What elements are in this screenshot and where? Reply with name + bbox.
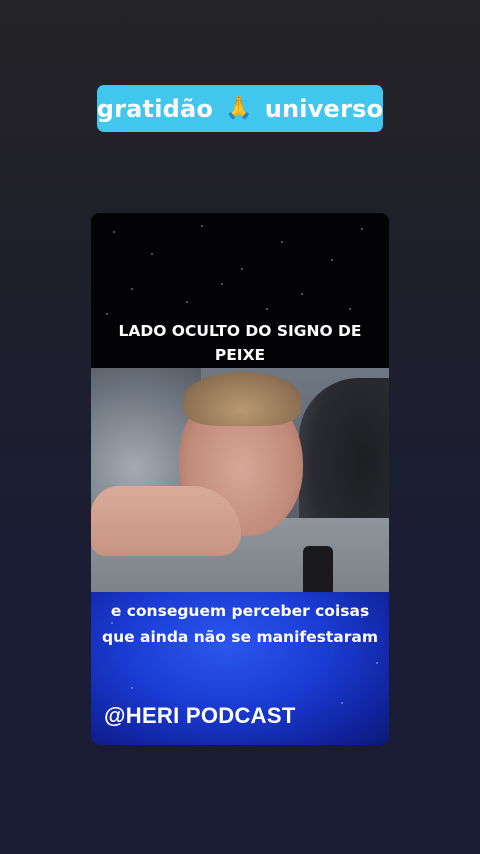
caption-panel: e conseguem perceber coisas que ainda nã…: [91, 592, 389, 745]
praying-hands-icon: 🙏: [225, 96, 253, 121]
sticker-text-gratidao: gratidão: [96, 94, 214, 123]
channel-watermark: @HERI PODCAST: [104, 703, 296, 728]
sticker-text-universo: universo: [264, 94, 384, 123]
text-sticker[interactable]: gratidão 🙏 universo: [97, 85, 383, 132]
microphone: [303, 546, 333, 592]
starfield-header: LADO OCULTO DO SIGNO DE PEIXE: [91, 213, 389, 368]
video-headline: LADO OCULTO DO SIGNO DE PEIXE: [118, 322, 362, 364]
video-post-card[interactable]: LADO OCULTO DO SIGNO DE PEIXE e consegue…: [91, 213, 389, 745]
video-caption: e conseguem perceber coisas que ainda nã…: [101, 602, 379, 646]
podcast-video-frame[interactable]: [91, 368, 389, 592]
